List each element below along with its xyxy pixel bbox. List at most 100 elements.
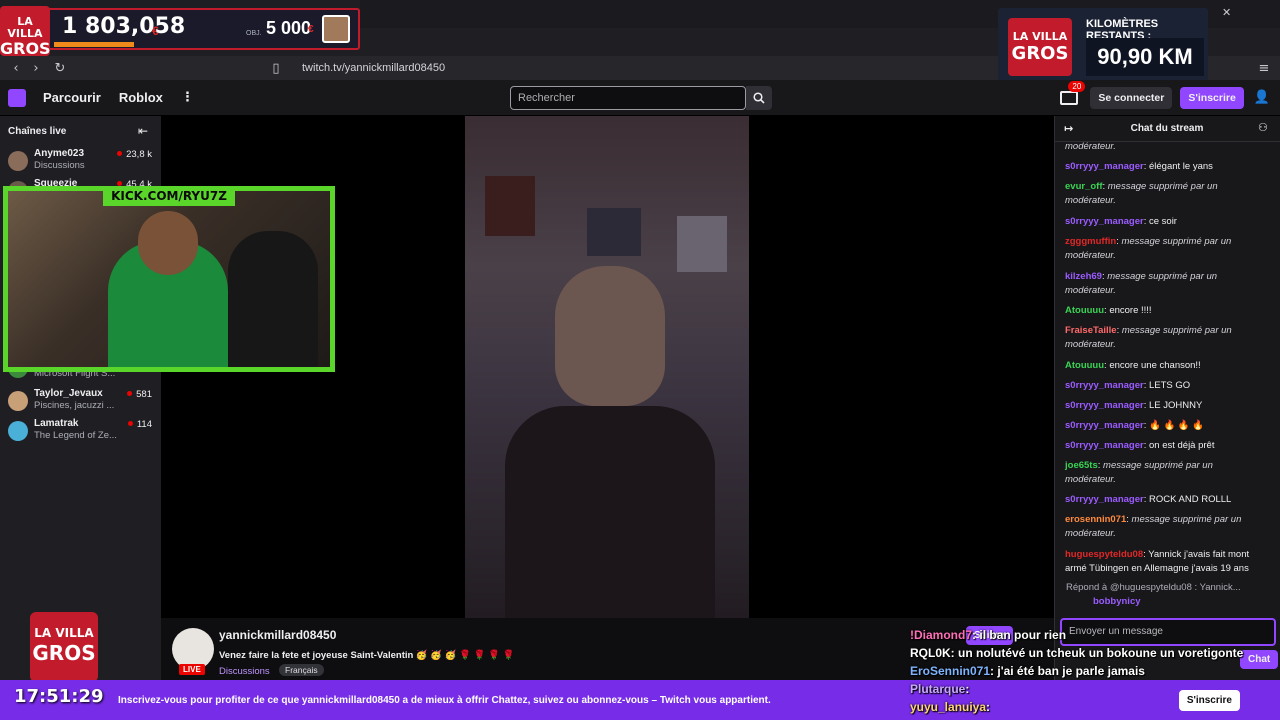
chat-message: s0rryyy_manager: 🔥 🔥 🔥 🔥 (1065, 419, 1265, 433)
chat-username[interactable]: s0rryyy_manager (1065, 400, 1144, 411)
chat-username[interactable]: erosennin071 (1065, 514, 1126, 525)
user-icon[interactable]: 👤 (1254, 90, 1270, 105)
search-icon[interactable] (746, 86, 772, 110)
overlay-chat-separator: : (950, 646, 959, 660)
overlay-chat-text: il ban pour rien (979, 628, 1067, 642)
villa-logo: LA VILLA GROS (0, 6, 51, 58)
stream-video[interactable] (465, 116, 749, 618)
reply-label: Répond à @huguespyteldu08 : Yannick... (1066, 582, 1241, 593)
signup-button[interactable]: S'inscrire (1180, 86, 1244, 109)
stream-category[interactable]: Discussions (219, 666, 270, 677)
sidebar-item-taylor-jevaux[interactable]: Taylor_Jevaux Piscines, jacuzzi ... 581 (8, 388, 156, 418)
person-head (138, 211, 198, 275)
overlay-chat-message: EroSennin071: j'ai été ban je parle jama… (910, 664, 1145, 678)
channel-game: The Legend of Ze... (34, 430, 117, 441)
wall-frame (485, 176, 535, 236)
wall-frame (677, 216, 727, 272)
chat-username[interactable]: s0rryyy_manager (1065, 494, 1144, 505)
goal-currency: € (308, 24, 314, 35)
chat-username[interactable]: Atouuuu (1065, 360, 1104, 371)
chat-message: Atouuuu: encore une chanson!! (1065, 359, 1265, 373)
chat-username[interactable]: s0rryyy_manager (1065, 380, 1144, 391)
villa-logo-bottom: LA VILLA GROS (30, 612, 98, 682)
chat-message: kilzeh69: message supprimé par un modéra… (1065, 270, 1265, 298)
chat-username[interactable]: s0rryyy_manager (1065, 216, 1144, 227)
overlay-chat-user: RQL0K (910, 646, 951, 660)
viewer-count: 23,8 k (117, 149, 152, 160)
wall-frame (587, 208, 641, 256)
avatar (8, 151, 28, 171)
channel-game: Piscines, jacuzzi ... (34, 400, 115, 411)
sidebar-item-lamatrak[interactable]: Lamatrak The Legend of Ze... 114 (8, 418, 156, 448)
chat-title: Chat du stream (1130, 123, 1204, 134)
chat-message: evur_off: message supprimé par un modéra… (1065, 180, 1265, 208)
chat-message: s0rryyy_manager: LETS GO (1065, 379, 1265, 393)
chat-username[interactable]: s0rryyy_manager (1065, 440, 1144, 451)
clock: 17:51:29 (14, 686, 104, 707)
km-value: 90,90 KM (1086, 38, 1204, 76)
nav-roblox[interactable]: Roblox (119, 90, 163, 105)
overlay-chat-separator: : (986, 700, 991, 714)
streamer-figure (555, 266, 665, 406)
chat-message: s0rryyy_manager: LE JOHNNY (1065, 399, 1265, 413)
counter-currency: € (152, 24, 159, 38)
chat-message: s0rryyy_manager: ce soir (1065, 215, 1265, 229)
goal-value: 5 000 (266, 18, 312, 38)
channel-name: Anyme023 (34, 148, 85, 159)
overlay-chat-text: un nolutévé un tcheuk un bokoune un vore… (958, 646, 1244, 660)
reload-icon[interactable]: ↻ (50, 58, 70, 78)
users-icon[interactable]: ⚇ (1258, 121, 1268, 134)
login-button[interactable]: Se connecter (1090, 86, 1173, 109)
chat-username[interactable]: Atouuuu (1065, 305, 1104, 316)
chat-message: modérateur. (1065, 140, 1265, 154)
chat-message: erosennin071: message supprimé par un mo… (1065, 513, 1265, 541)
avatar (8, 421, 28, 441)
counter-progress (54, 42, 134, 47)
stream-title: Venez faire la fete et joyeuse Saint-Val… (219, 650, 515, 661)
overlay-chat-separator: : (965, 682, 970, 696)
chat-message: s0rryyy_manager: on est déjà prêt (1065, 439, 1265, 453)
live-badge: LIVE (179, 664, 205, 675)
collapse-chat-icon[interactable]: ↦ (1064, 122, 1073, 135)
language-tag[interactable]: Français (279, 664, 324, 676)
channel-name: Taylor_Jevaux (34, 388, 103, 399)
overlay-chat-user: Plutarque (910, 682, 966, 696)
menu-icon[interactable]: ≡ (1254, 58, 1274, 78)
chat-text: ce soir (1148, 216, 1177, 227)
chat-message: Atouuuu: encore !!!! (1065, 304, 1265, 318)
more-icon[interactable]: ⋮ (181, 90, 194, 105)
chat-text: élégant le yans (1148, 161, 1213, 172)
logo-line2: GROS (0, 39, 51, 58)
inbox-icon[interactable]: 20 (1060, 80, 1086, 105)
back-icon[interactable]: ‹ (6, 58, 26, 78)
channel-name[interactable]: yannickmillard08450 (219, 628, 336, 642)
forward-icon[interactable]: › (26, 58, 46, 78)
chat-username[interactable]: s0rryyy_manager (1065, 161, 1144, 172)
overlay-chat-user: yuyu_lanuiya (910, 700, 987, 714)
chat-message: FraiseTaille: message supprimé par un mo… (1065, 324, 1265, 352)
chat-username[interactable]: huguespyteldu08 (1065, 549, 1143, 560)
chat-username[interactable]: FraiseTaille (1065, 325, 1117, 336)
bookmark-icon[interactable]: ▯ (266, 58, 286, 78)
sidebar-item-anyme023[interactable]: Anyme023 Discussions 23,8 k (8, 148, 156, 178)
logo-line1: LA VILLA (7, 15, 43, 40)
twitch-logo-icon[interactable] (8, 88, 26, 107)
nav-browse[interactable]: Parcourir (43, 90, 101, 105)
chat-username[interactable]: s0rryyy_manager (1065, 420, 1144, 431)
chat-username[interactable]: joe65ts (1065, 460, 1098, 471)
url-field[interactable]: twitch.tv/yannickmillard08450 (302, 62, 445, 74)
chat-username[interactable]: kilzeh69 (1065, 271, 1102, 282)
chat-text: 🔥 🔥 🔥 🔥 (1148, 420, 1205, 431)
sidebar-title: Chaînes live (8, 126, 67, 137)
chat-header: ↦ Chat du stream ⚇ (1054, 116, 1280, 142)
km-logo-line1: LA VILLA (1012, 30, 1068, 43)
chat-text: LETS GO (1148, 380, 1191, 391)
search-input[interactable]: Rechercher (510, 86, 746, 110)
collapse-icon[interactable]: ⇤ (138, 124, 148, 138)
reply-user: bobbynicy (1093, 596, 1141, 607)
chat-username[interactable]: zgggmuffin (1065, 236, 1116, 247)
window-close-icon[interactable]: ✕ (1222, 6, 1231, 19)
chat-text: LE JOHNNY (1148, 400, 1203, 411)
chat-message: huguespyteldu08: Yannick j'avais fait mo… (1065, 548, 1265, 576)
chat-username[interactable]: evur_off (1065, 181, 1102, 192)
